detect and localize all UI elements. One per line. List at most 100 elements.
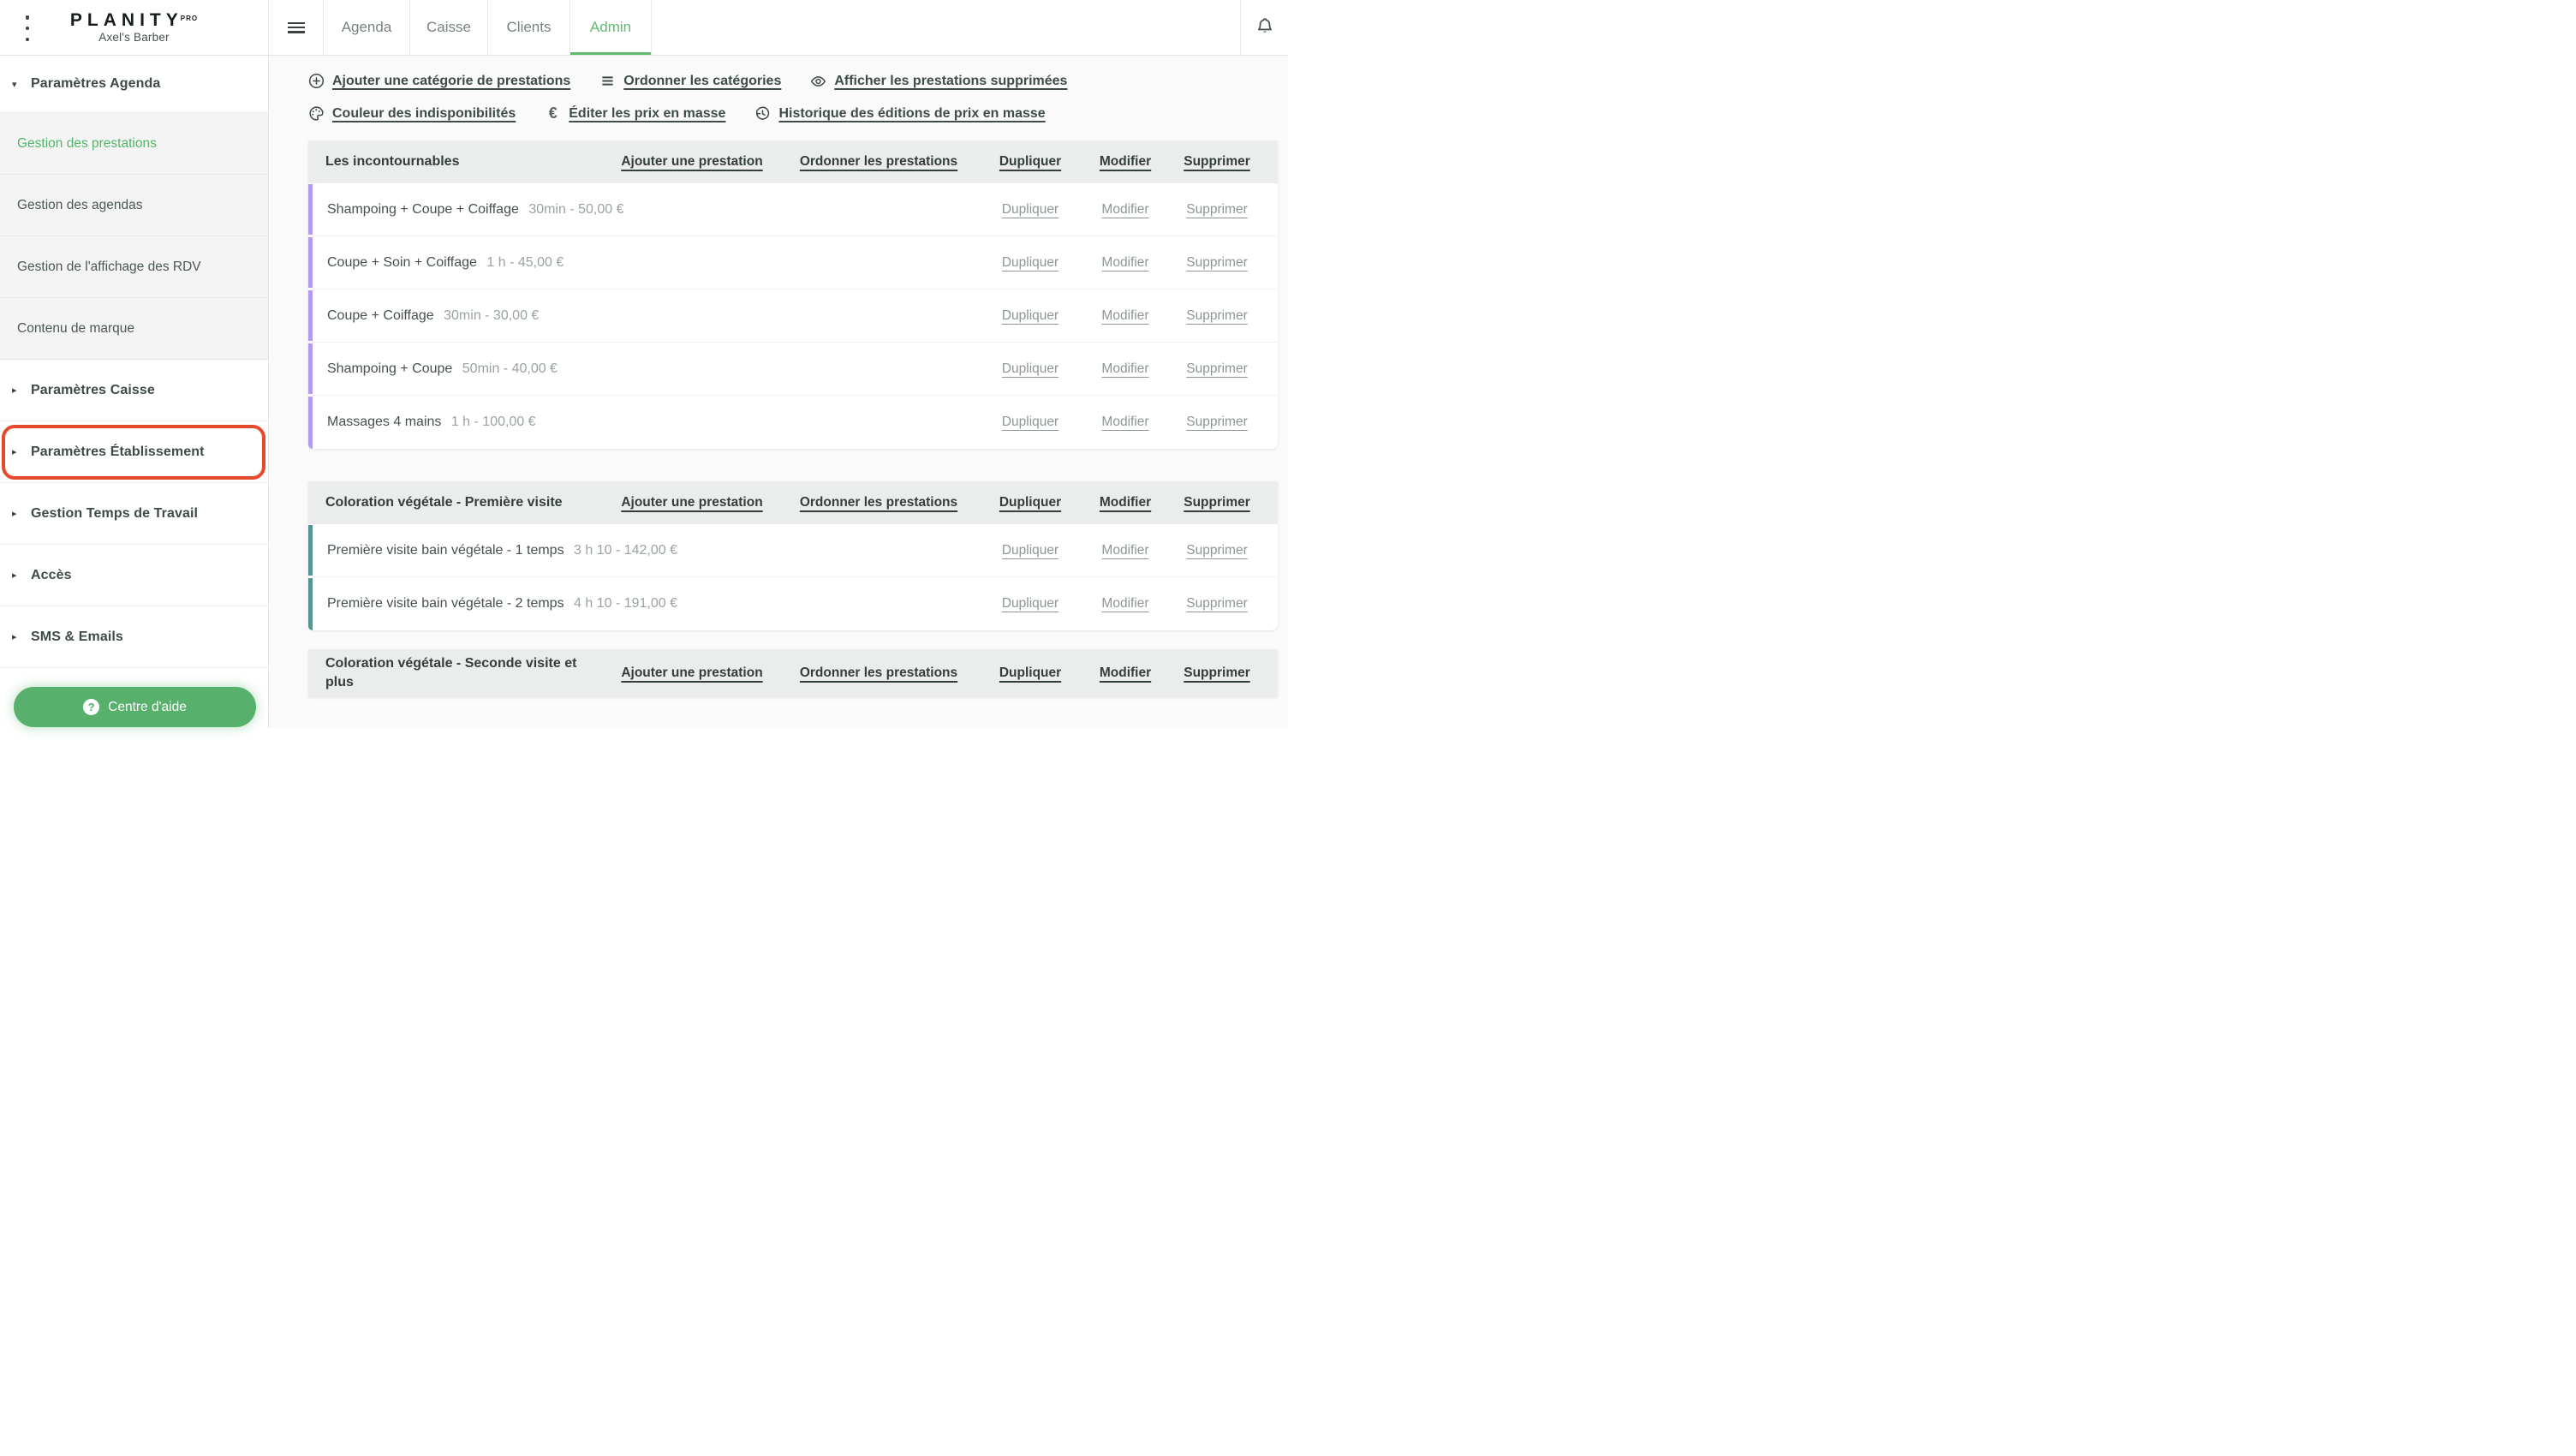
modify-service-link[interactable]: Modifier bbox=[1081, 361, 1170, 377]
sidebar-section-parametres-agenda[interactable]: ▾ Paramètres Agenda bbox=[0, 56, 268, 113]
delete-category-link[interactable]: Supprimer bbox=[1170, 495, 1264, 510]
duplicate-category-link[interactable]: Dupliquer bbox=[980, 665, 1081, 681]
caret-right-icon: ▸ bbox=[12, 508, 31, 519]
order-services-link[interactable]: Ordonner les prestations bbox=[778, 495, 980, 510]
nav-tab-label: Clients bbox=[507, 19, 552, 36]
delete-category-link[interactable]: Supprimer bbox=[1170, 154, 1264, 170]
toolbar-link[interactable]: Ordonner les catégories bbox=[599, 73, 781, 89]
notifications-button[interactable] bbox=[1241, 16, 1288, 39]
modify-service-link[interactable]: Modifier bbox=[1081, 596, 1170, 612]
add-service-link[interactable]: Ajouter une prestation bbox=[606, 154, 778, 170]
service-name: Première visite bain végétale - 2 temps bbox=[327, 596, 564, 611]
header-right bbox=[1240, 0, 1288, 55]
order-services-link[interactable]: Ordonner les prestations bbox=[778, 154, 980, 170]
nav-tab-caisse[interactable]: Caisse bbox=[409, 0, 487, 55]
service-details: 30min - 50,00 € bbox=[525, 202, 624, 217]
sidebar-subitem-label: Gestion des prestations bbox=[17, 136, 157, 152]
delete-service-link[interactable]: Supprimer bbox=[1170, 415, 1264, 430]
nav-tab-label: Admin bbox=[590, 19, 631, 36]
sidebar-subitem[interactable]: Gestion des prestations bbox=[0, 113, 268, 175]
nav-tab-admin[interactable]: Admin bbox=[569, 0, 652, 55]
sidebar-subitem-label: Gestion des agendas bbox=[17, 198, 143, 213]
kebab-menu-icon[interactable] bbox=[21, 15, 34, 41]
sidebar-subitem[interactable]: Contenu de marque bbox=[0, 298, 268, 360]
duplicate-service-link[interactable]: Dupliquer bbox=[980, 255, 1081, 271]
order-services-link[interactable]: Ordonner les prestations bbox=[778, 665, 980, 681]
logo: PLANITYPRO Axel's Barber bbox=[70, 10, 198, 45]
service-details: 3 h 10 - 142,00 € bbox=[570, 543, 677, 558]
sidebar-section[interactable]: ▸ Paramètres Caisse bbox=[0, 360, 268, 421]
eye-icon bbox=[810, 73, 826, 89]
category-accent-bar bbox=[308, 397, 313, 449]
category-accent-bar bbox=[308, 184, 313, 235]
modify-service-link[interactable]: Modifier bbox=[1081, 202, 1170, 218]
toolbar-link[interactable]: Afficher les prestations supprimées bbox=[810, 73, 1067, 89]
service-category-card: Les incontournables Ajouter une prestati… bbox=[308, 140, 1278, 449]
service-name: Massages 4 mains bbox=[327, 415, 441, 429]
sidebar-subitem[interactable]: Gestion des agendas bbox=[0, 175, 268, 236]
duplicate-service-link[interactable]: Dupliquer bbox=[980, 543, 1081, 558]
modify-category-link[interactable]: Modifier bbox=[1081, 154, 1170, 170]
delete-service-link[interactable]: Supprimer bbox=[1170, 361, 1264, 377]
modify-service-link[interactable]: Modifier bbox=[1081, 255, 1170, 271]
service-details: 4 h 10 - 191,00 € bbox=[570, 596, 677, 611]
delete-category-link[interactable]: Supprimer bbox=[1170, 665, 1264, 681]
add-service-link[interactable]: Ajouter une prestation bbox=[606, 665, 778, 681]
toolbar-link-label: Ordonner les catégories bbox=[623, 74, 781, 89]
service-text: Première visite bain végétale - 1 temps … bbox=[327, 543, 980, 558]
toolbar-link[interactable]: € Éditer les prix en masse bbox=[545, 105, 725, 122]
brand-pro-badge: PRO bbox=[181, 15, 198, 22]
delete-service-link[interactable]: Supprimer bbox=[1170, 596, 1264, 612]
modify-service-link[interactable]: Modifier bbox=[1081, 415, 1170, 430]
category-title: Les incontournables bbox=[325, 152, 606, 171]
modify-service-link[interactable]: Modifier bbox=[1081, 543, 1170, 558]
nav-tab-agenda[interactable]: Agenda bbox=[323, 0, 409, 55]
delete-service-link[interactable]: Supprimer bbox=[1170, 202, 1264, 218]
duplicate-category-link[interactable]: Dupliquer bbox=[980, 154, 1081, 170]
service-category-list: Les incontournables Ajouter une prestati… bbox=[270, 140, 1288, 697]
toolbar-link-label: Historique des éditions de prix en masse bbox=[778, 106, 1045, 122]
toolbar-link[interactable]: Historique des éditions de prix en masse bbox=[754, 105, 1045, 122]
help-center-button[interactable]: ? Centre d'aide bbox=[14, 687, 256, 727]
delete-service-link[interactable]: Supprimer bbox=[1170, 308, 1264, 324]
euro-icon: € bbox=[545, 105, 561, 122]
sidebar-section-label: Paramètres Caisse bbox=[31, 383, 155, 398]
delete-service-link[interactable]: Supprimer bbox=[1170, 543, 1264, 558]
duplicate-service-link[interactable]: Dupliquer bbox=[980, 308, 1081, 324]
delete-service-link[interactable]: Supprimer bbox=[1170, 255, 1264, 271]
hamburger-menu-button[interactable] bbox=[269, 0, 323, 55]
top-header: PLANITYPRO Axel's Barber Agenda Caisse Cli… bbox=[0, 0, 1288, 56]
toolbar-link-label: Éditer les prix en masse bbox=[569, 106, 725, 122]
toolbar-link[interactable]: Ajouter une catégorie de prestations bbox=[308, 73, 570, 89]
question-icon: ? bbox=[83, 699, 99, 715]
duplicate-service-link[interactable]: Dupliquer bbox=[980, 202, 1081, 218]
duplicate-service-link[interactable]: Dupliquer bbox=[980, 361, 1081, 377]
modify-service-link[interactable]: Modifier bbox=[1081, 308, 1170, 324]
service-row: Massages 4 mains 1 h - 100,00 € Duplique… bbox=[308, 396, 1278, 449]
toolbar-link-label: Afficher les prestations supprimées bbox=[834, 74, 1067, 89]
duplicate-category-link[interactable]: Dupliquer bbox=[980, 495, 1081, 510]
sidebar-section[interactable]: ▸ Accès bbox=[0, 545, 268, 606]
service-name: Coupe + Soin + Coiffage bbox=[327, 255, 477, 270]
sidebar-section[interactable]: ▸ SMS & Emails bbox=[0, 606, 268, 668]
sidebar-section-label: Gestion Temps de Travail bbox=[31, 506, 198, 522]
toolbar-link[interactable]: Couleur des indisponibilités bbox=[308, 105, 516, 122]
service-name: Shampoing + Coupe + Coiffage bbox=[327, 202, 519, 217]
duplicate-service-link[interactable]: Dupliquer bbox=[980, 415, 1081, 430]
add-service-link[interactable]: Ajouter une prestation bbox=[606, 495, 778, 510]
sidebar-subitem-label: Gestion de l'affichage des RDV bbox=[17, 260, 201, 275]
service-name: Shampoing + Coupe bbox=[327, 361, 452, 376]
nav-tab-label: Caisse bbox=[426, 19, 471, 36]
duplicate-service-link[interactable]: Dupliquer bbox=[980, 596, 1081, 612]
nav-tab-clients[interactable]: Clients bbox=[487, 0, 569, 55]
category-title: Coloration végétale - Seconde visite et … bbox=[325, 654, 606, 692]
sidebar-section[interactable]: ▸ Gestion Temps de Travail bbox=[0, 483, 268, 545]
modify-category-link[interactable]: Modifier bbox=[1081, 665, 1170, 681]
sidebar-subitem[interactable]: Gestion de l'affichage des RDV bbox=[0, 236, 268, 298]
category-title: Coloration végétale - Première visite bbox=[325, 493, 606, 512]
service-text: Massages 4 mains 1 h - 100,00 € bbox=[327, 415, 980, 430]
caret-down-icon: ▾ bbox=[12, 79, 31, 90]
modify-category-link[interactable]: Modifier bbox=[1081, 495, 1170, 510]
sidebar: ▾ Paramètres Agenda Gestion des prestati… bbox=[0, 56, 269, 728]
sidebar-section[interactable]: ▸ Paramètres Établissement bbox=[0, 421, 268, 483]
